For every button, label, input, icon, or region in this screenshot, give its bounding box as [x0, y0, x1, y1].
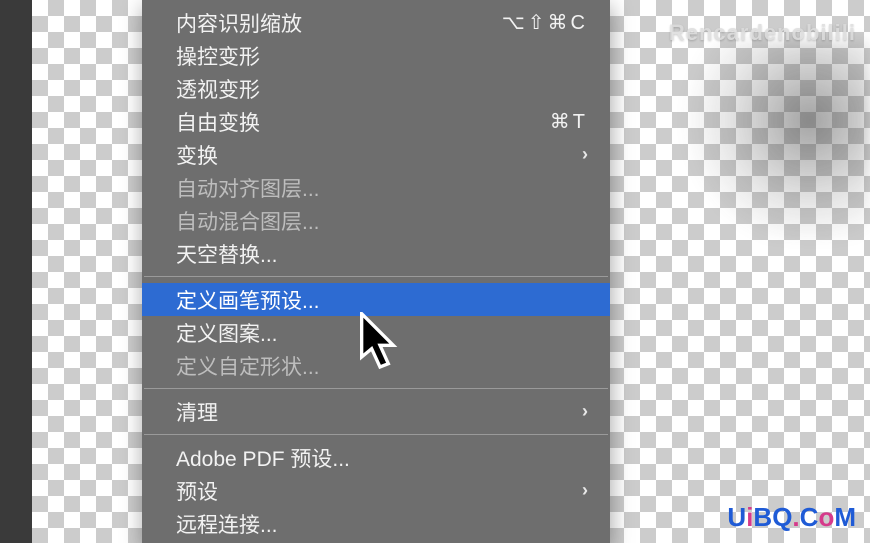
edit-context-menu[interactable]: 内容识别缩放 ⌥⇧⌘C 操控变形 透视变形 自由变换 ⌘T 变换 › 自动对齐图… [142, 0, 610, 543]
chevron-right-icon: › [582, 144, 588, 165]
menu-item-purge[interactable]: 清理 › [142, 395, 610, 428]
menu-item-label: 定义自定形状... [176, 351, 588, 381]
watermark-char: . [792, 502, 799, 532]
watermark-char: BQ [753, 502, 792, 532]
watermark-char: C [800, 502, 819, 532]
menu-item-auto-align-layers: 自动对齐图层... [142, 171, 610, 204]
menu-item-label: 预设 [176, 476, 582, 506]
chevron-right-icon: › [582, 480, 588, 501]
menu-item-label: 自由变换 [176, 107, 550, 137]
watermark-char: o [818, 502, 834, 532]
menu-item-label: 透视变形 [176, 74, 588, 104]
menu-separator [144, 276, 608, 277]
menu-item-label: 定义画笔预设... [176, 285, 588, 315]
menu-separator [144, 388, 608, 389]
menu-separator [144, 434, 608, 435]
menu-item-label: 变换 [176, 140, 582, 170]
menu-item-label: 内容识别缩放 [176, 8, 502, 38]
app-left-edge [0, 0, 32, 543]
menu-item-shortcut: ⌥⇧⌘C [502, 10, 588, 35]
menu-item-label: 自动对齐图层... [176, 173, 588, 203]
menu-item-sky-replacement[interactable]: 天空替换... [142, 237, 610, 270]
menu-item-transform[interactable]: 变换 › [142, 138, 610, 171]
watermark-bottom: UiBQ.CoM [727, 502, 856, 533]
menu-item-label: 天空替换... [176, 239, 588, 269]
menu-item-content-aware-scale[interactable]: 内容识别缩放 ⌥⇧⌘C [142, 6, 610, 39]
menu-item-define-brush-preset[interactable]: 定义画笔预设... [142, 283, 610, 316]
menu-item-presets[interactable]: 预设 › [142, 474, 610, 507]
menu-item-label: 操控变形 [176, 41, 588, 71]
menu-item-auto-blend-layers: 自动混合图层... [142, 204, 610, 237]
menu-item-remote-connections[interactable]: 远程连接... [142, 507, 610, 540]
menu-item-label: 远程连接... [176, 509, 588, 539]
menu-item-define-pattern[interactable]: 定义图案... [142, 316, 610, 349]
canvas-brush-smudge [670, 40, 870, 240]
menu-item-free-transform[interactable]: 自由变换 ⌘T [142, 105, 610, 138]
watermark-char: U [727, 502, 746, 532]
menu-item-label: 自动混合图层... [176, 206, 588, 236]
menu-item-label: 定义图案... [176, 318, 588, 348]
menu-item-adobe-pdf-presets[interactable]: Adobe PDF 预设... [142, 441, 610, 474]
menu-item-define-custom-shape: 定义自定形状... [142, 349, 610, 382]
watermark-char: M [834, 502, 856, 532]
menu-item-shortcut: ⌘T [550, 109, 588, 134]
menu-item-perspective-warp[interactable]: 透视变形 [142, 72, 610, 105]
chevron-right-icon: › [582, 401, 588, 422]
menu-item-puppet-warp[interactable]: 操控变形 [142, 39, 610, 72]
menu-item-label: Adobe PDF 预设... [176, 443, 588, 473]
menu-item-label: 清理 [176, 397, 582, 427]
watermark-top: Rencardenobilili [669, 20, 856, 46]
